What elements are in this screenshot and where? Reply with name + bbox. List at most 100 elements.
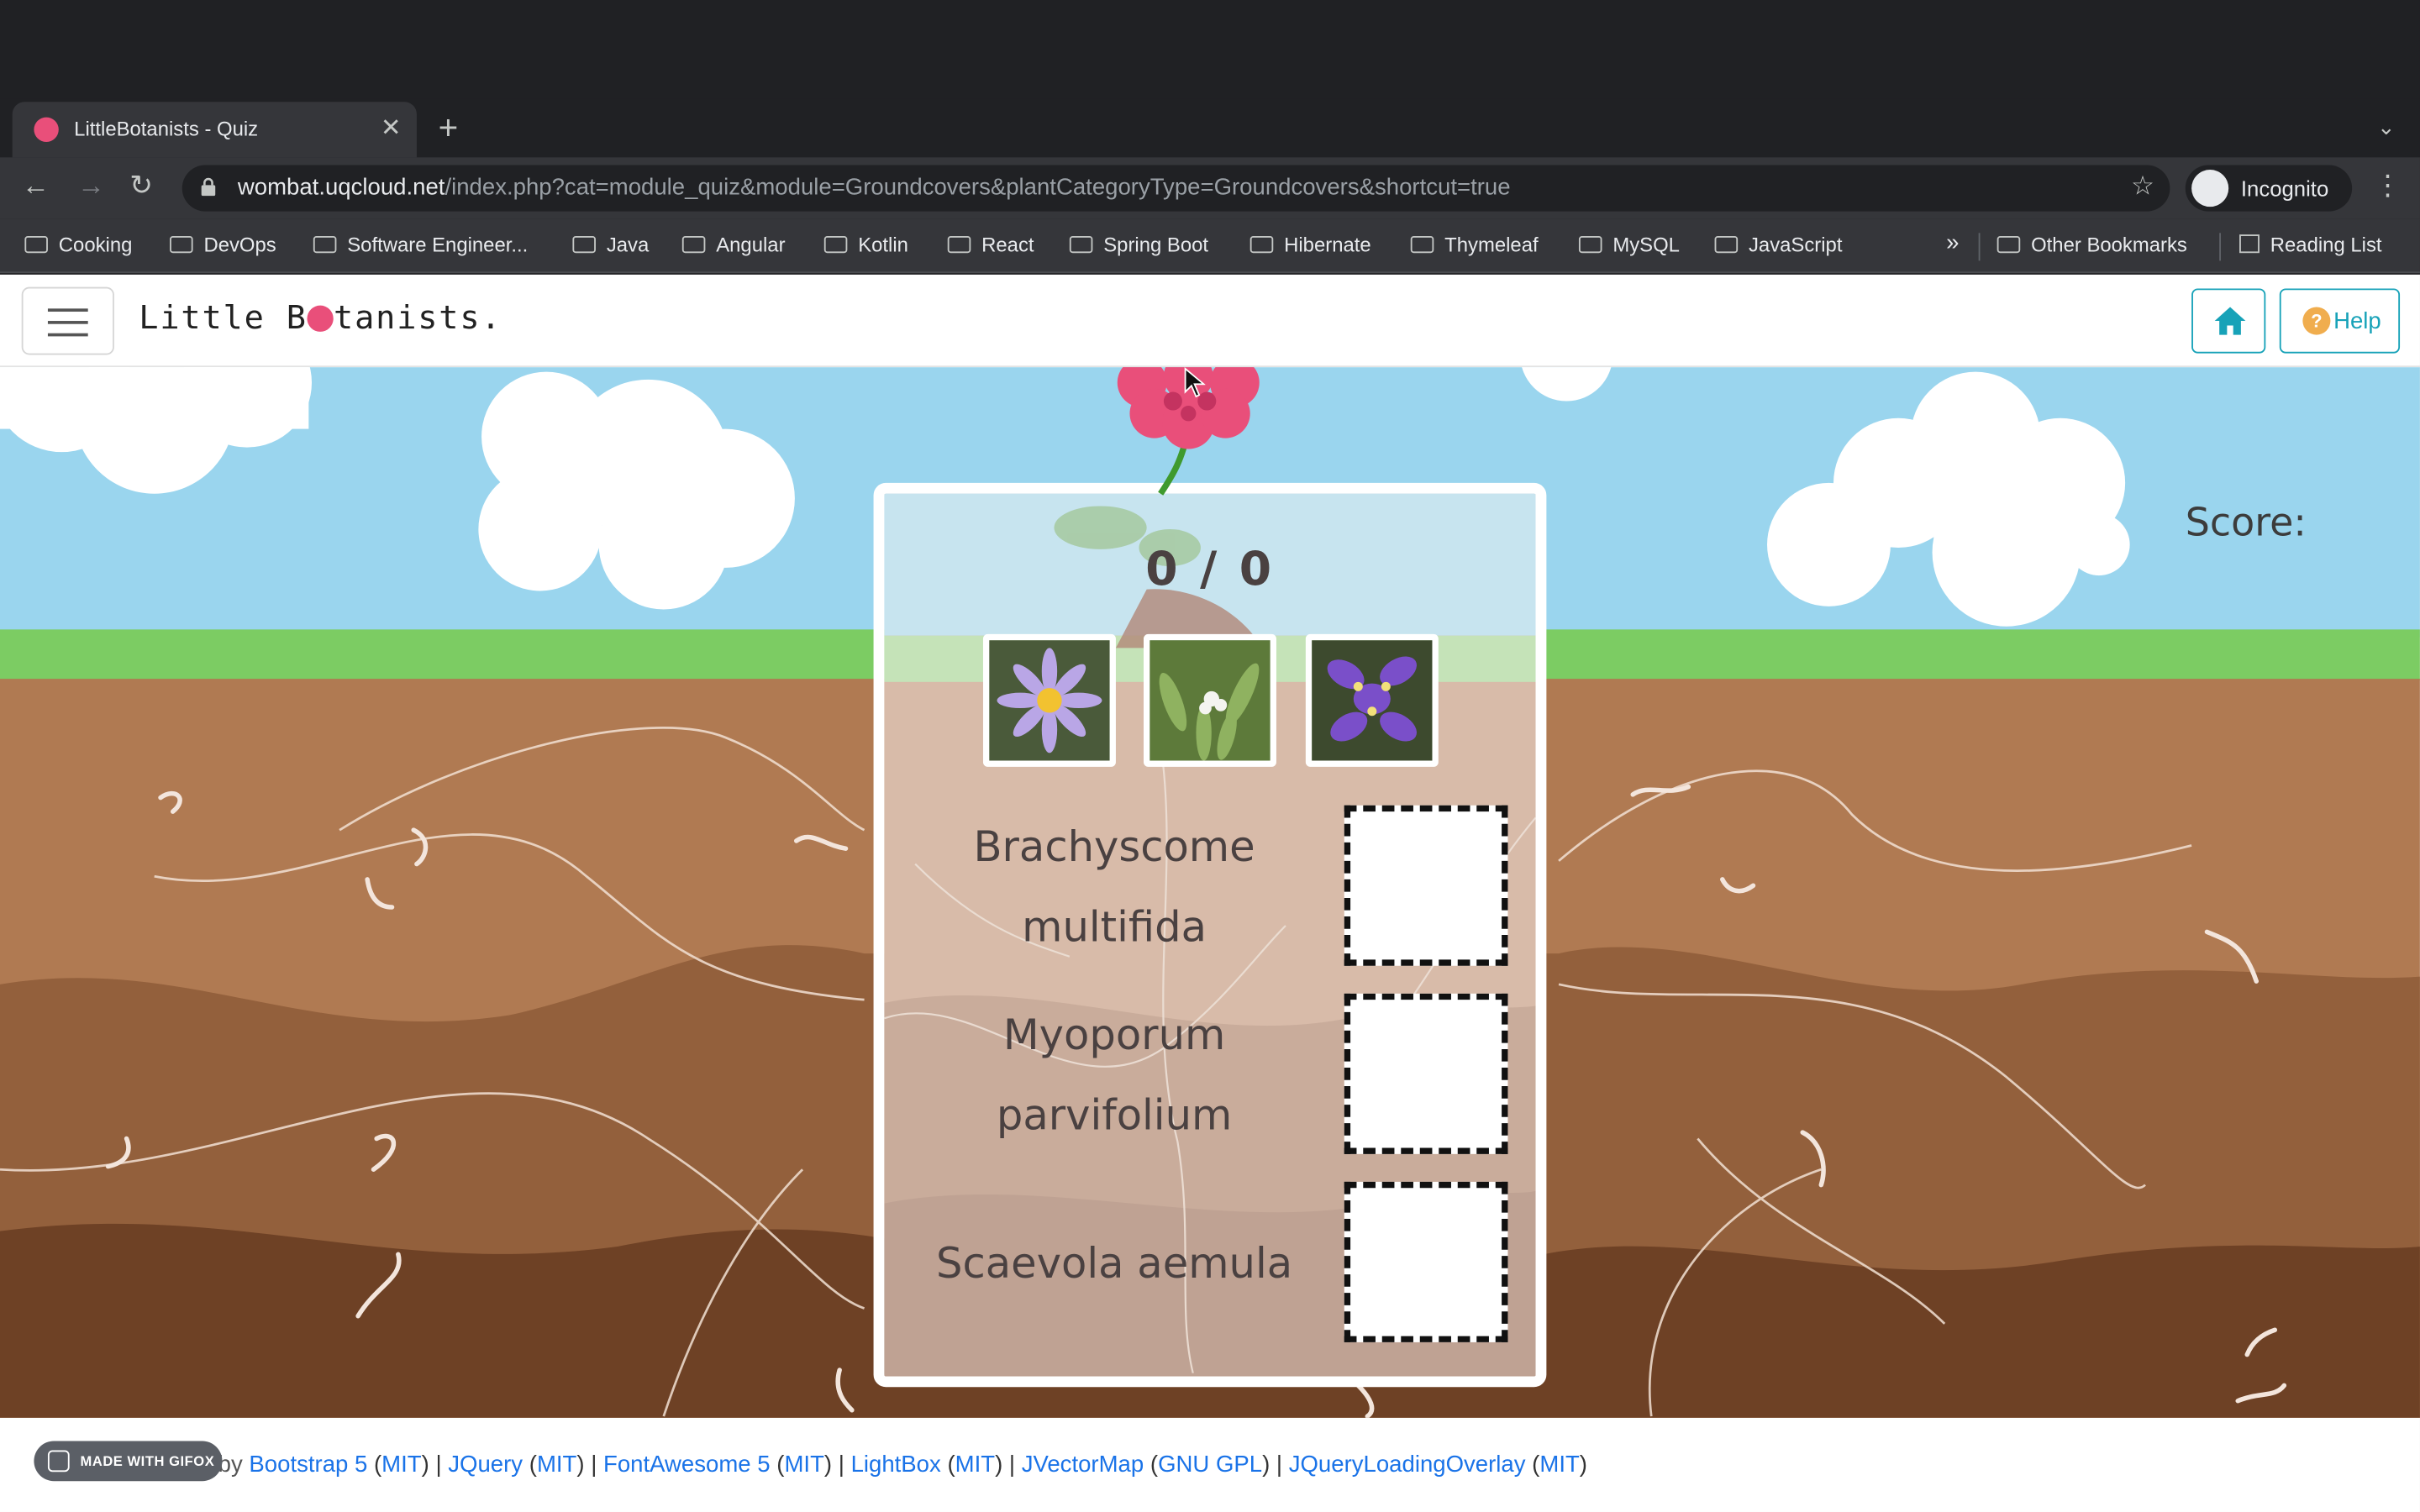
quiz-card: 0 / 0 Brachyscome multifida Myoporum par…	[873, 482, 1547, 1388]
folder-icon	[1996, 236, 2021, 254]
plant-photo-2[interactable]	[1143, 633, 1276, 767]
bookmark-kotlin[interactable]: Kotlin	[823, 233, 908, 256]
address-bar[interactable]: wombat.uqcloud.net/index.php?cat=module_…	[182, 165, 2170, 212]
folder-icon	[823, 236, 848, 254]
site-navbar: Little Btanists. ? Help	[0, 274, 2420, 368]
fontawesome-license-link[interactable]: MIT	[784, 1452, 823, 1478]
jqueryloadingoverlay-link[interactable]: JQueryLoadingOverlay	[1289, 1452, 1526, 1478]
menu-toggle-button[interactable]	[21, 286, 114, 355]
bookmark-software-engineer[interactable]: Software Engineer...	[313, 233, 528, 256]
bookmark-javascript[interactable]: JavaScript	[1714, 233, 1842, 256]
folder-icon	[1578, 236, 1602, 254]
bookmark-react[interactable]: React	[947, 233, 1034, 256]
window-top-strip	[0, 0, 2420, 99]
help-button[interactable]: ? Help	[2279, 288, 2401, 354]
gifox-icon	[47, 1450, 70, 1473]
gifox-badge: MADE WITH GIFOX	[34, 1441, 223, 1482]
white-flower-icon	[1150, 640, 1270, 761]
question-circle-icon: ?	[2302, 307, 2331, 335]
more-menu-icon[interactable]: ⋮	[2374, 170, 2402, 202]
jqueryloadingoverlay-license-link[interactable]: MIT	[1539, 1452, 1579, 1478]
bookmark-mysql[interactable]: MySQL	[1578, 233, 1680, 256]
flower-logo-icon	[307, 305, 334, 332]
plant-name-1: Brachyscome multifida	[973, 823, 1255, 953]
gifox-label: MADE WITH GIFOX	[80, 1453, 215, 1469]
web-page: Little Btanists. ? Help Score: 0 / 0 Bra…	[0, 274, 2420, 1512]
purple-daisy-icon	[989, 640, 1110, 761]
folder-icon	[24, 236, 48, 254]
folder-icon	[681, 236, 706, 254]
bootstrap-license-link[interactable]: MIT	[381, 1452, 421, 1478]
back-arrow-icon[interactable]: ←	[22, 170, 50, 202]
home-button[interactable]	[2191, 288, 2266, 354]
score-counter: 0 / 0	[1145, 543, 1275, 597]
hamburger-line	[47, 308, 88, 312]
drop-zone-1[interactable]	[1344, 805, 1508, 966]
jvectormap-license-link[interactable]: GNU GPL	[1158, 1452, 1262, 1478]
score-label: Score:	[2185, 500, 2307, 545]
site-logo[interactable]: Little Btanists.	[139, 299, 502, 336]
plant-photo-3[interactable]	[1305, 633, 1439, 767]
tab-search-icon[interactable]: ⌄	[2377, 114, 2396, 140]
plant-name-3: Scaevola aemula	[936, 1240, 1293, 1289]
help-label: Help	[2333, 308, 2381, 335]
tab-title: LittleBotanists - Quiz	[74, 117, 259, 141]
jquery-link[interactable]: JQuery	[448, 1452, 523, 1478]
plant-name-2: Myoporum parvifolium	[996, 1011, 1233, 1141]
jquery-license-link[interactable]: MIT	[537, 1452, 576, 1478]
mouse-pointer-icon	[1184, 367, 1206, 398]
folder-icon	[572, 236, 596, 254]
folder-icon	[947, 236, 971, 254]
other-bookmarks[interactable]: Other Bookmarks	[1996, 233, 2187, 256]
purple-fan-flower-icon	[1312, 640, 1433, 761]
plant-photo-1[interactable]	[982, 633, 1116, 767]
reading-list-icon	[2239, 234, 2260, 254]
bookmark-thymeleaf[interactable]: Thymeleaf	[1410, 233, 1539, 256]
reload-icon[interactable]: ↻	[129, 170, 153, 202]
incognito-label: Incognito	[2240, 176, 2329, 201]
browser-toolbar: ← → ↻ wombat.uqcloud.net/index.php?cat=m…	[0, 157, 2420, 219]
flower-favicon-icon	[34, 117, 59, 142]
bookmark-java[interactable]: Java	[572, 233, 649, 256]
site-footer: Powered by Bootstrap 5 (MIT) | JQuery (M…	[0, 1417, 2420, 1512]
footer-credits: Powered by Bootstrap 5 (MIT) | JQuery (M…	[120, 1452, 1587, 1478]
folder-icon	[1069, 236, 1093, 254]
bookmarks-separator	[2219, 233, 2222, 261]
jvectormap-link[interactable]: JVectorMap	[1022, 1452, 1144, 1478]
folder-icon	[1249, 236, 1274, 254]
folder-icon	[1714, 236, 1739, 254]
close-tab-icon[interactable]: ✕	[381, 113, 402, 144]
bookmark-star-icon[interactable]: ☆	[2131, 171, 2154, 202]
bookmark-spring-boot[interactable]: Spring Boot	[1069, 233, 1208, 256]
forward-arrow-icon[interactable]: →	[77, 170, 105, 202]
bookmark-devops[interactable]: DevOps	[170, 233, 276, 256]
incognito-profile-button[interactable]: Incognito	[2185, 165, 2353, 212]
folder-icon	[313, 236, 337, 254]
tab-bar: LittleBotanists - Quiz ✕ + ⌄	[0, 98, 2420, 158]
home-icon	[2214, 307, 2246, 335]
bootstrap-link[interactable]: Bootstrap 5	[249, 1452, 367, 1478]
drop-zone-3[interactable]	[1344, 1181, 1508, 1342]
reading-list[interactable]: Reading List	[2239, 233, 2382, 256]
hamburger-line	[47, 333, 88, 337]
new-tab-button[interactable]: +	[439, 108, 459, 149]
lightbox-license-link[interactable]: MIT	[955, 1452, 995, 1478]
drop-zone-2[interactable]	[1344, 993, 1508, 1154]
url-text: wombat.uqcloud.net/index.php?cat=module_…	[237, 174, 1511, 201]
lightbox-link[interactable]: LightBox	[851, 1452, 941, 1478]
tab-active[interactable]: LittleBotanists - Quiz ✕	[12, 102, 417, 158]
hamburger-line	[47, 321, 88, 324]
bookmarks-separator	[1978, 233, 1981, 261]
bookmark-hibernate[interactable]: Hibernate	[1249, 233, 1371, 256]
screen: LittleBotanists - Quiz ✕ + ⌄ ← → ↻ womba…	[0, 0, 2420, 1512]
bookmark-angular[interactable]: Angular	[681, 233, 786, 256]
bookmarks-bar: Cooking DevOps Software Engineer... Java…	[0, 218, 2420, 274]
folder-icon	[1410, 236, 1434, 254]
lock-icon	[201, 177, 216, 197]
folder-icon	[170, 236, 193, 254]
garden-scene: Score: 0 / 0 Brachyscome multifida Myopo…	[0, 367, 2420, 1418]
incognito-icon	[2191, 170, 2229, 207]
fontawesome-link[interactable]: FontAwesome 5	[603, 1452, 771, 1478]
bookmarks-overflow-button[interactable]: »	[1946, 230, 1959, 256]
bookmark-cooking[interactable]: Cooking	[24, 233, 132, 256]
